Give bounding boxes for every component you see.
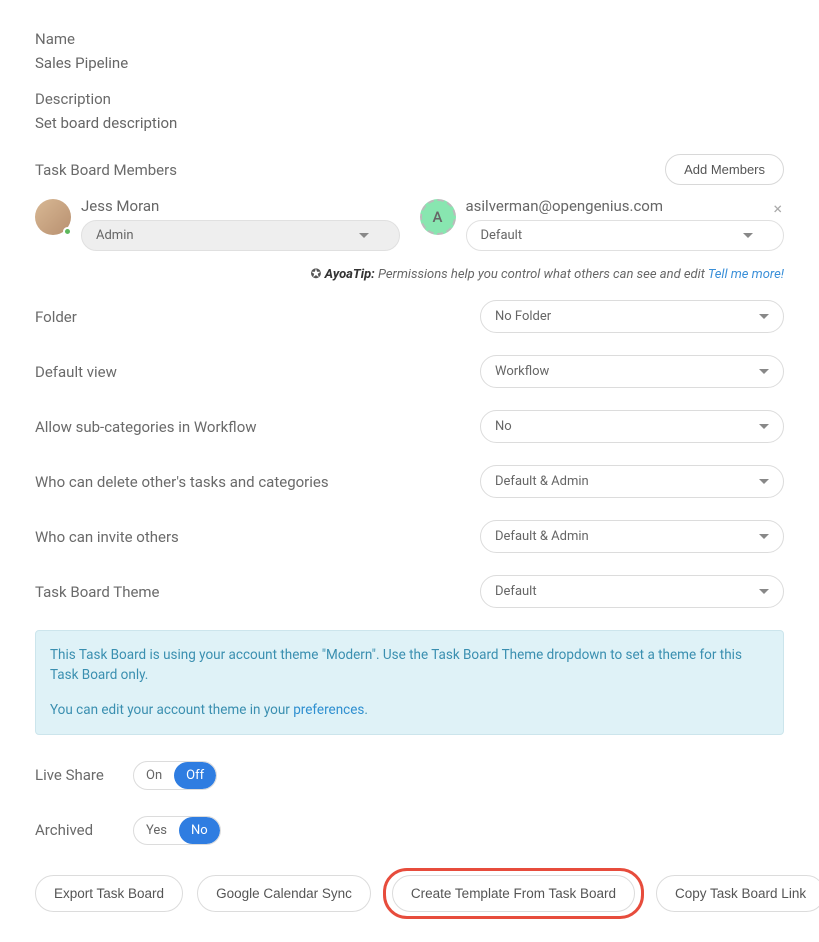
member-role-value: Admin xyxy=(96,228,134,243)
description-value[interactable]: Set board description xyxy=(35,114,784,132)
tip-link[interactable]: Tell me more! xyxy=(708,267,784,282)
info-line1: This Task Board is using your account th… xyxy=(50,645,769,686)
member-item: A asilverman@opengenius.com Default × xyxy=(420,197,785,251)
name-value[interactable]: Sales Pipeline xyxy=(35,54,784,72)
copy-link-button[interactable]: Copy Task Board Link xyxy=(656,875,819,912)
chevron-down-icon xyxy=(359,233,369,238)
create-template-button[interactable]: Create Template From Task Board xyxy=(392,875,635,912)
folder-label: Folder xyxy=(35,308,77,326)
archived-label: Archived xyxy=(35,821,105,839)
sub-categories-select[interactable]: No xyxy=(480,410,784,443)
tip-label: AyoaTip: xyxy=(325,267,375,282)
member-name: Jess Moran xyxy=(81,197,400,215)
invite-perm-select[interactable]: Default & Admin xyxy=(480,520,784,553)
chevron-down-icon xyxy=(759,314,769,319)
folder-select[interactable]: No Folder xyxy=(480,300,784,333)
highlight-annotation: Create Template From Task Board xyxy=(383,868,644,919)
chevron-down-icon xyxy=(759,369,769,374)
member-role-select[interactable]: Default xyxy=(466,220,785,251)
sub-categories-value: No xyxy=(495,419,512,434)
live-share-label: Live Share xyxy=(35,766,105,784)
avatar: A xyxy=(420,199,456,235)
gcal-sync-button[interactable]: Google Calendar Sync xyxy=(197,875,371,912)
preferences-link[interactable]: preferences xyxy=(293,702,364,718)
folder-value: No Folder xyxy=(495,309,551,324)
member-name: asilverman@opengenius.com xyxy=(466,197,785,215)
chevron-down-icon xyxy=(759,479,769,484)
name-label: Name xyxy=(35,30,784,48)
chevron-down-icon xyxy=(759,424,769,429)
delete-perm-label: Who can delete other's tasks and categor… xyxy=(35,473,329,491)
default-view-label: Default view xyxy=(35,363,117,381)
chevron-down-icon xyxy=(759,534,769,539)
live-share-toggle[interactable]: On Off xyxy=(133,761,217,790)
chevron-down-icon xyxy=(759,589,769,594)
delete-perm-select[interactable]: Default & Admin xyxy=(480,465,784,498)
delete-perm-value: Default & Admin xyxy=(495,474,589,489)
chevron-down-icon xyxy=(743,233,753,238)
tip-text: Permissions help you control what others… xyxy=(378,267,705,282)
invite-perm-value: Default & Admin xyxy=(495,529,589,544)
default-view-value: Workflow xyxy=(495,364,549,379)
add-members-button[interactable]: Add Members xyxy=(665,154,784,185)
status-online-icon xyxy=(63,227,72,236)
live-share-on[interactable]: On xyxy=(134,762,174,789)
member-role-select[interactable]: Admin xyxy=(81,220,400,251)
theme-info-box: This Task Board is using your account th… xyxy=(35,630,784,735)
info-line2-suffix: . xyxy=(364,702,368,718)
tip-icon: ✪ xyxy=(311,267,322,282)
avatar xyxy=(35,199,71,235)
invite-perm-label: Who can invite others xyxy=(35,528,179,546)
live-share-off[interactable]: Off xyxy=(174,762,216,789)
archived-toggle[interactable]: Yes No xyxy=(133,816,221,845)
theme-label: Task Board Theme xyxy=(35,583,160,601)
members-title: Task Board Members xyxy=(35,161,177,179)
theme-select[interactable]: Default xyxy=(480,575,784,608)
member-role-value: Default xyxy=(481,228,523,243)
archived-yes[interactable]: Yes xyxy=(134,817,179,844)
export-button[interactable]: Export Task Board xyxy=(35,875,183,912)
theme-value: Default xyxy=(495,584,537,599)
default-view-select[interactable]: Workflow xyxy=(480,355,784,388)
member-item: Jess Moran Admin xyxy=(35,197,400,251)
info-line2-prefix: You can edit your account theme in your xyxy=(50,702,293,718)
remove-member-icon[interactable]: × xyxy=(773,201,782,217)
archived-no[interactable]: No xyxy=(179,817,220,844)
sub-categories-label: Allow sub-categories in Workflow xyxy=(35,418,257,436)
description-label: Description xyxy=(35,90,784,108)
